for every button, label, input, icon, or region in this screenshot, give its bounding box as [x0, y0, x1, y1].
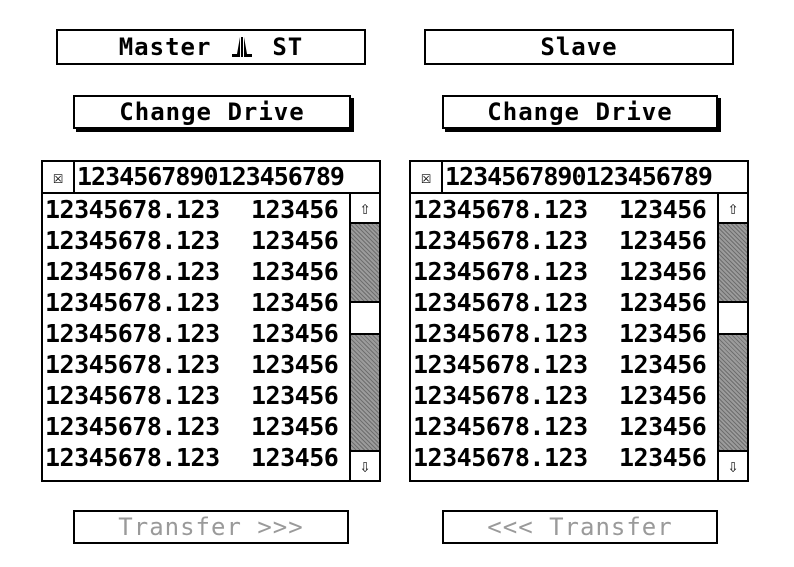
slave-title-label: Slave: [540, 33, 618, 61]
file-name: 12345678.123: [45, 443, 220, 472]
file-size: 123456: [619, 257, 707, 286]
right-change-drive-button[interactable]: Change Drive: [442, 95, 718, 129]
transfer-right-label: Transfer >>>: [118, 513, 304, 541]
file-name: 12345678.123: [413, 195, 588, 224]
left-scroll-track[interactable]: [351, 224, 379, 450]
file-row[interactable]: 12345678.123 123456: [411, 318, 717, 349]
file-name: 12345678.123: [413, 350, 588, 379]
file-row[interactable]: 12345678.123 123456: [43, 380, 349, 411]
file-name: 12345678.123: [45, 381, 220, 410]
file-row[interactable]: 12345678.123 123456: [411, 225, 717, 256]
right-close-box-icon[interactable]: ☒: [411, 162, 443, 192]
master-title-label: Master: [118, 33, 227, 61]
file-size: 123456: [619, 381, 707, 410]
right-panel-header: ☒ 1234567890123456789: [411, 162, 747, 194]
file-name: 12345678.123: [45, 288, 220, 317]
file-row[interactable]: 12345678.123 123456: [43, 442, 349, 473]
file-row[interactable]: 12345678.123 123456: [43, 318, 349, 349]
transfer-left-label: <<< Transfer: [487, 513, 673, 541]
left-scroll-up-icon[interactable]: ⇧: [351, 194, 379, 224]
file-row[interactable]: 12345678.123 123456: [43, 225, 349, 256]
file-size: 123456: [251, 319, 339, 348]
file-size: 123456: [619, 412, 707, 441]
file-name: 12345678.123: [413, 226, 588, 255]
file-row[interactable]: 12345678.123 123456: [411, 256, 717, 287]
file-row[interactable]: 12345678.123 123456: [411, 380, 717, 411]
file-name: 12345678.123: [413, 412, 588, 441]
left-path-label: 1234567890123456789: [77, 162, 345, 191]
file-size: 123456: [619, 226, 707, 255]
file-name: 12345678.123: [45, 350, 220, 379]
left-scroll-thumb[interactable]: [351, 301, 379, 335]
file-row[interactable]: 12345678.123 123456: [43, 287, 349, 318]
left-change-drive-button[interactable]: Change Drive: [73, 95, 351, 129]
left-scroll-down-icon[interactable]: ⇩: [351, 450, 379, 480]
file-name: 12345678.123: [413, 319, 588, 348]
right-scroll-track[interactable]: [719, 224, 747, 450]
file-name: 12345678.123: [45, 319, 220, 348]
file-size: 123456: [619, 350, 707, 379]
right-change-drive-label: Change Drive: [487, 98, 673, 126]
file-row[interactable]: 12345678.123 123456: [411, 442, 717, 473]
master-title-button[interactable]: Master ST: [56, 29, 366, 65]
file-name: 12345678.123: [45, 257, 220, 286]
right-scroll-up-icon[interactable]: ⇧: [719, 194, 747, 224]
file-row[interactable]: 12345678.123 123456: [43, 411, 349, 442]
left-close-box-icon[interactable]: ☒: [43, 162, 75, 192]
file-size: 123456: [251, 257, 339, 286]
master-title-suffix: ST: [256, 33, 304, 61]
right-path-label: 1234567890123456789: [445, 162, 713, 191]
file-name: 12345678.123: [413, 257, 588, 286]
left-change-drive-label: Change Drive: [119, 98, 305, 126]
file-name: 12345678.123: [45, 412, 220, 441]
file-name: 12345678.123: [413, 381, 588, 410]
file-size: 123456: [619, 288, 707, 317]
file-size: 123456: [251, 381, 339, 410]
file-size: 123456: [251, 226, 339, 255]
right-scroll-down-icon[interactable]: ⇩: [719, 450, 747, 480]
right-file-panel: ☒ 1234567890123456789 12345678.123 123456…: [409, 160, 749, 482]
transfer-left-button[interactable]: <<< Transfer: [442, 510, 718, 544]
right-scrollbar[interactable]: ⇧ ⇩: [717, 194, 747, 480]
file-name: 12345678.123: [45, 195, 220, 224]
file-row[interactable]: 12345678.123 123456: [43, 194, 349, 225]
slave-title-button[interactable]: Slave: [424, 29, 734, 65]
file-size: 123456: [619, 319, 707, 348]
file-size: 123456: [619, 195, 707, 224]
transfer-right-button[interactable]: Transfer >>>: [73, 510, 349, 544]
atari-logo-icon: [231, 37, 252, 57]
file-name: 12345678.123: [413, 443, 588, 472]
file-row[interactable]: 12345678.123 123456: [411, 194, 717, 225]
left-scrollbar[interactable]: ⇧ ⇩: [349, 194, 379, 480]
file-size: 123456: [251, 443, 339, 472]
right-scroll-thumb[interactable]: [719, 301, 747, 335]
left-panel-header: ☒ 1234567890123456789: [43, 162, 379, 194]
file-row[interactable]: 12345678.123 123456: [43, 256, 349, 287]
left-file-list: 12345678.123 123456 12345678.123 123456 1234…: [43, 194, 349, 473]
file-size: 123456: [251, 288, 339, 317]
file-size: 123456: [251, 350, 339, 379]
left-file-panel: ☒ 1234567890123456789 12345678.123 123456…: [41, 160, 381, 482]
file-row[interactable]: 12345678.123 123456: [411, 349, 717, 380]
file-name: 12345678.123: [413, 288, 588, 317]
file-row[interactable]: 12345678.123 123456: [43, 349, 349, 380]
file-size: 123456: [251, 195, 339, 224]
file-name: 12345678.123: [45, 226, 220, 255]
file-row[interactable]: 12345678.123 123456: [411, 287, 717, 318]
file-size: 123456: [251, 412, 339, 441]
file-size: 123456: [619, 443, 707, 472]
file-row[interactable]: 12345678.123 123456: [411, 411, 717, 442]
right-file-list: 12345678.123 123456 12345678.123 123456 1234…: [411, 194, 717, 473]
